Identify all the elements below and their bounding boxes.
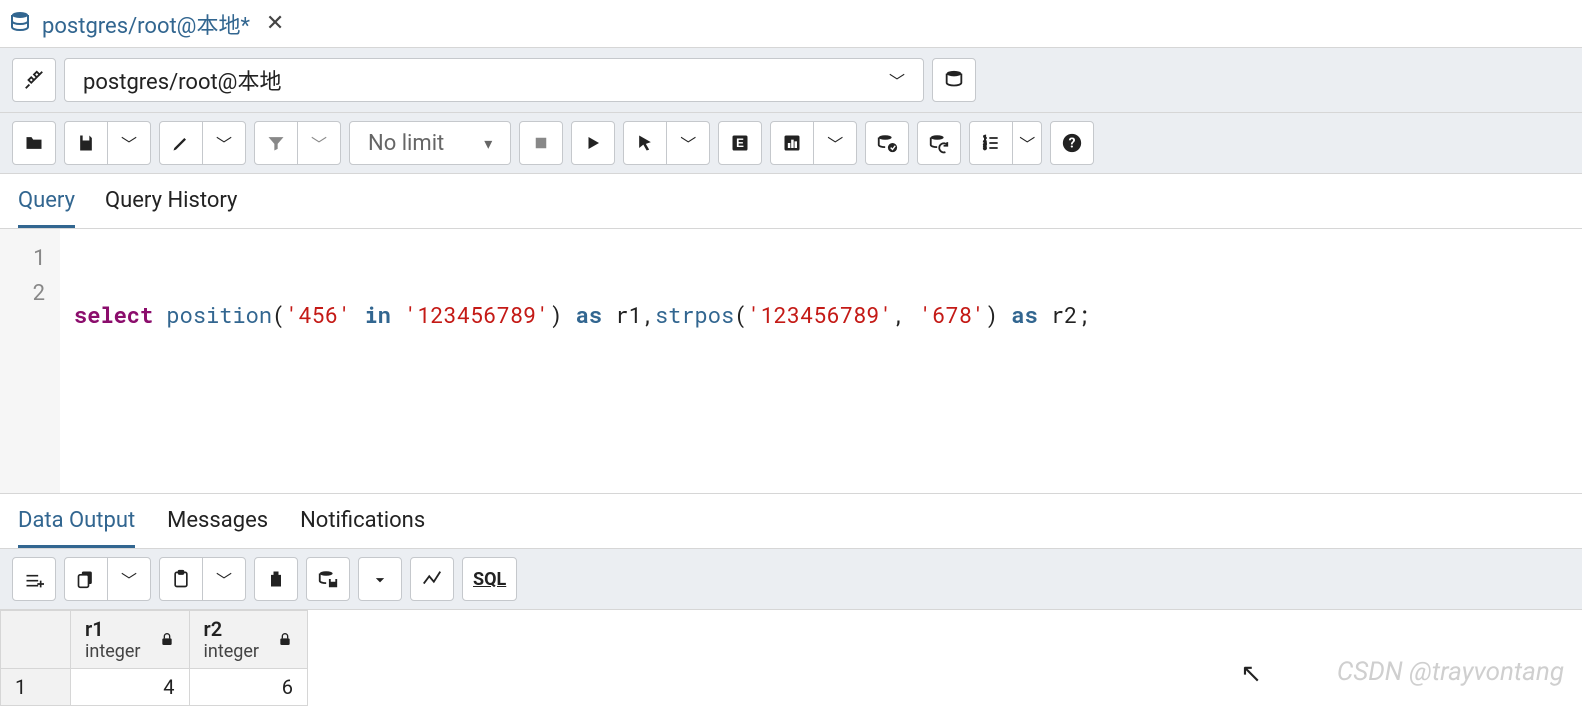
query-toolbar: ﹀ ﹀ ﹀ No limit ▾ ﹀ E ﹀ (0, 113, 1582, 174)
execute-dropdown[interactable]: ﹀ (666, 121, 710, 165)
explain-analyze-group: ﹀ (770, 121, 857, 165)
lock-icon (159, 628, 175, 652)
tab-title[interactable]: postgres/root@本地* (42, 8, 250, 40)
execute-button[interactable] (571, 121, 615, 165)
execute-cursor-button[interactable] (623, 121, 667, 165)
column-name: r2 (204, 617, 260, 641)
cell[interactable]: 6 (189, 669, 308, 706)
new-connection-button[interactable] (932, 58, 976, 102)
cell[interactable]: 4 (71, 669, 190, 706)
cursor-icon: ↖ (1240, 659, 1262, 689)
connection-status-button[interactable] (12, 58, 56, 102)
column-header[interactable]: r2 integer (189, 611, 308, 669)
output-tabs: Data Output Messages Notifications (0, 493, 1582, 549)
watermark: CSDN @trayvontang (1337, 657, 1564, 687)
connection-select[interactable]: postgres/root@本地 ﹀ (64, 58, 924, 102)
filter-dropdown[interactable]: ﹀ (297, 121, 341, 165)
editor-tabbar: postgres/root@本地* ✕ (0, 0, 1582, 48)
download-button[interactable] (358, 557, 402, 601)
row-limit-select[interactable]: No limit ▾ (349, 121, 511, 165)
lock-icon (277, 628, 293, 652)
column-type: integer (85, 641, 141, 662)
save-dropdown[interactable]: ﹀ (107, 121, 151, 165)
svg-text:?: ? (1069, 136, 1076, 152)
tab-query-history[interactable]: Query History (105, 188, 237, 228)
filter-group: ﹀ (254, 121, 341, 165)
result-grid[interactable]: r1 integer r2 integer (0, 610, 308, 706)
macros-button[interactable]: 123 (969, 121, 1013, 165)
chevron-down-icon: ﹀ (1019, 131, 1035, 155)
chevron-down-icon: ﹀ (121, 567, 137, 591)
column-name: r1 (85, 617, 141, 641)
paste-group: ﹀ (159, 557, 246, 601)
tab-messages[interactable]: Messages (167, 508, 268, 548)
paste-dropdown[interactable]: ﹀ (202, 557, 246, 601)
edit-group: ﹀ (159, 121, 246, 165)
graph-visualizer-button[interactable] (410, 557, 454, 601)
delete-row-button[interactable] (254, 557, 298, 601)
caret-down-icon: ▾ (484, 134, 492, 153)
copy-dropdown[interactable]: ﹀ (107, 557, 151, 601)
chevron-down-icon: ﹀ (680, 131, 696, 155)
rollback-button[interactable] (917, 121, 961, 165)
copy-button[interactable] (64, 557, 108, 601)
database-icon (8, 10, 32, 38)
tab-notifications[interactable]: Notifications (300, 508, 425, 548)
query-history-tabs: Query Query History (0, 174, 1582, 229)
table-row[interactable]: 1 4 6 (1, 669, 308, 706)
line-number: 1 (14, 239, 46, 274)
save-button[interactable] (64, 121, 108, 165)
open-file-button[interactable] (12, 121, 56, 165)
stop-button[interactable] (519, 121, 563, 165)
sql-button[interactable]: SQL (462, 557, 517, 601)
explain-analyze-dropdown[interactable]: ﹀ (813, 121, 857, 165)
help-button[interactable]: ? (1050, 121, 1094, 165)
svg-text:3: 3 (984, 146, 987, 152)
connection-bar: postgres/root@本地 ﹀ (0, 48, 1582, 113)
explain-button[interactable]: E (718, 121, 762, 165)
edit-button[interactable] (159, 121, 203, 165)
paste-button[interactable] (159, 557, 203, 601)
commit-button[interactable] (865, 121, 909, 165)
data-output-toolbar: ﹀ ﹀ SQL (0, 549, 1582, 610)
chevron-down-icon: ﹀ (216, 131, 232, 155)
chevron-down-icon: ﹀ (827, 131, 843, 155)
edit-dropdown[interactable]: ﹀ (202, 121, 246, 165)
row-number[interactable]: 1 (1, 669, 71, 706)
add-row-button[interactable] (12, 557, 56, 601)
line-gutter: 1 2 (0, 229, 60, 493)
copy-group: ﹀ (64, 557, 151, 601)
chevron-down-icon: ﹀ (889, 68, 905, 92)
svg-text:E: E (736, 137, 744, 150)
tab-data-output[interactable]: Data Output (18, 508, 135, 548)
macros-dropdown[interactable]: ﹀ (1012, 121, 1042, 165)
save-data-button[interactable] (306, 557, 350, 601)
filter-button[interactable] (254, 121, 298, 165)
connection-label: postgres/root@本地 (83, 64, 281, 96)
chevron-down-icon: ﹀ (216, 567, 232, 591)
row-limit-label: No limit (368, 131, 444, 156)
explain-analyze-button[interactable] (770, 121, 814, 165)
macros-group: 123 ﹀ (969, 121, 1042, 165)
chevron-down-icon: ﹀ (311, 131, 327, 155)
sql-editor[interactable]: 1 2 select position('456' in '123456789'… (0, 229, 1582, 493)
column-header[interactable]: r1 integer (71, 611, 190, 669)
row-header-corner[interactable] (1, 611, 71, 669)
execute-options-group: ﹀ (623, 121, 710, 165)
save-group: ﹀ (64, 121, 151, 165)
sql-code[interactable]: select position('456' in '123456789') as… (60, 229, 1105, 493)
tab-query[interactable]: Query (18, 188, 75, 228)
line-number: 2 (14, 274, 46, 309)
close-icon[interactable]: ✕ (266, 13, 284, 35)
column-type: integer (204, 641, 260, 662)
chevron-down-icon: ﹀ (121, 131, 137, 155)
